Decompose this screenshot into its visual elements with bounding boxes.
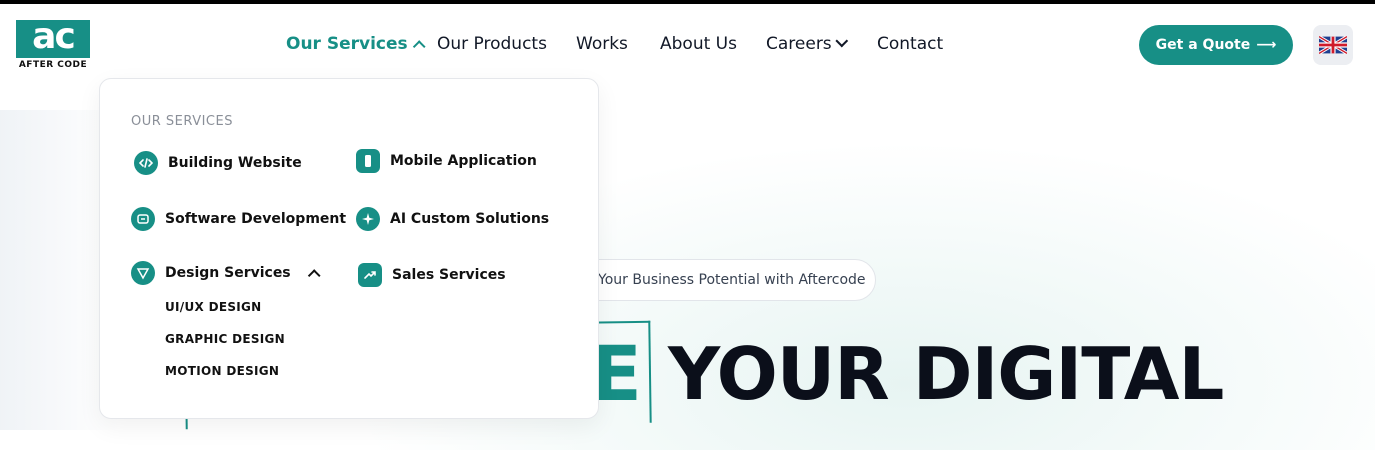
nav-contact-label: Contact: [877, 34, 944, 54]
service-software-development-label: Software Development: [165, 211, 347, 227]
nav-careers[interactable]: Careers: [766, 34, 848, 54]
software-icon: [131, 207, 155, 231]
nav-our-products[interactable]: Our Products: [437, 34, 547, 54]
code-icon: [134, 151, 158, 175]
service-mobile-application[interactable]: Mobile Application: [356, 149, 537, 173]
trending-up-icon: [358, 263, 382, 287]
service-software-development[interactable]: Software Development: [131, 207, 346, 231]
language-switcher[interactable]: [1313, 25, 1353, 65]
nav-careers-label: Careers: [766, 34, 832, 54]
nav-our-products-label: Our Products: [437, 34, 547, 54]
services-dropdown: OUR SERVICES Building Website Mobile App…: [99, 78, 599, 419]
uk-flag-icon: [1319, 36, 1347, 54]
top-border: [0, 0, 1375, 4]
hero-title: YOUR DIGITAL: [668, 332, 1224, 416]
chevron-up-icon: [412, 39, 426, 53]
nav-contact[interactable]: Contact: [877, 34, 943, 54]
nav-our-services-label: Our Services: [286, 34, 408, 54]
service-ai-custom-solutions-label: AI Custom Solutions: [390, 211, 550, 227]
design-subitem-uiux[interactable]: UI/UX DESIGN: [165, 300, 262, 314]
get-a-quote-label: Get a Quote: [1155, 37, 1251, 53]
service-ai-custom-solutions[interactable]: AI Custom Solutions: [356, 207, 549, 231]
service-design-services-label: Design Services: [165, 265, 291, 281]
service-building-website-label: Building Website: [168, 155, 302, 171]
hero-tagline: Your Business Potential with Aftercode: [598, 272, 866, 288]
dropdown-heading: OUR SERVICES: [131, 114, 233, 129]
nav-our-services[interactable]: Our Services: [286, 34, 426, 54]
nav-works-label: Works: [576, 34, 628, 54]
logo-wordmark: AFTER CODE: [18, 60, 88, 70]
design-icon: [131, 261, 155, 285]
nav-about-us[interactable]: About Us: [660, 34, 737, 54]
mobile-icon: [356, 149, 380, 173]
service-mobile-application-label: Mobile Application: [390, 153, 537, 169]
chevron-up-icon[interactable]: [307, 268, 321, 282]
sparkle-icon: [356, 207, 380, 231]
service-sales-services[interactable]: Sales Services: [358, 263, 506, 287]
get-a-quote-button[interactable]: Get a Quote ⟶: [1139, 25, 1293, 65]
chevron-down-icon: [835, 34, 848, 47]
logo[interactable]: ac AFTER CODE: [16, 19, 90, 70]
design-subitem-motion[interactable]: MOTION DESIGN: [165, 364, 279, 378]
service-sales-services-label: Sales Services: [392, 267, 506, 283]
nav-about-us-label: About Us: [660, 34, 737, 54]
design-subitem-graphic[interactable]: GRAPHIC DESIGN: [165, 332, 285, 346]
nav-works[interactable]: Works: [576, 34, 628, 54]
logo-mark: ac: [16, 19, 90, 58]
service-design-services[interactable]: Design Services: [131, 261, 321, 285]
arrow-right-icon: ⟶: [1256, 37, 1277, 53]
service-building-website[interactable]: Building Website: [134, 151, 302, 175]
